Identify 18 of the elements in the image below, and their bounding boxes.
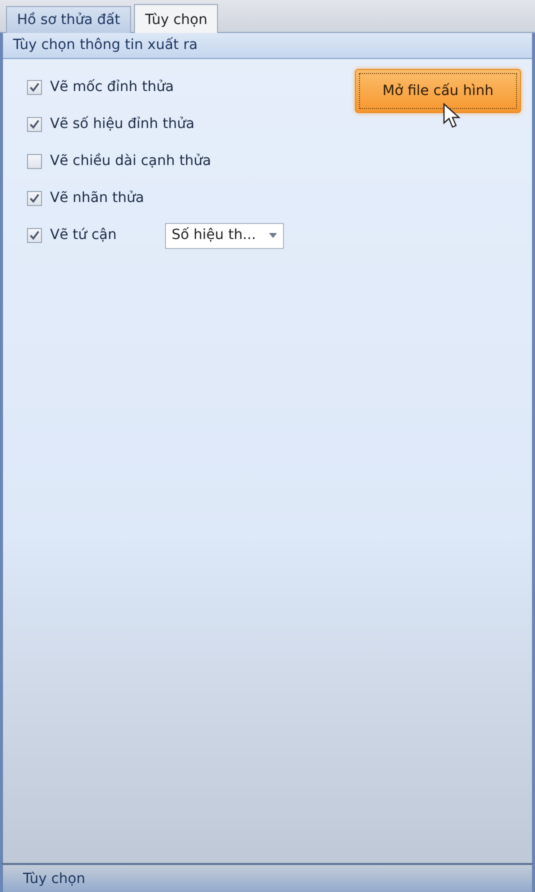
checkbox[interactable] (27, 228, 42, 243)
footer-bar: Tùy chọn (0, 863, 535, 892)
checkbox-label[interactable]: Vẽ tứ cận (50, 225, 117, 246)
open-config-button[interactable]: Mở file cấu hình (355, 69, 521, 113)
panel-header: Tùy chọn thông tin xuất ra (3, 33, 532, 59)
cursor-icon (443, 103, 461, 129)
checkbox[interactable] (27, 154, 42, 169)
caret-icon (268, 233, 277, 238)
checkbox-label[interactable]: Vẽ mốc đỉnh thửa (50, 77, 174, 98)
checkbox-label[interactable]: Vẽ số hiệu đỉnh thửa (50, 114, 194, 135)
tab[interactable]: Hồ sơ thửa đất (6, 6, 132, 33)
checkbox[interactable] (27, 80, 42, 95)
checkbox[interactable] (27, 117, 42, 132)
tab[interactable]: Tùy chọn (134, 4, 218, 33)
checkbox-label[interactable]: Vẽ nhãn thửa (50, 188, 144, 209)
checkbox[interactable] (27, 191, 42, 206)
checkbox-label[interactable]: Vẽ chiều dài cạnh thửa (50, 151, 212, 172)
dropdown[interactable]: Số hiệu th... (164, 222, 284, 248)
